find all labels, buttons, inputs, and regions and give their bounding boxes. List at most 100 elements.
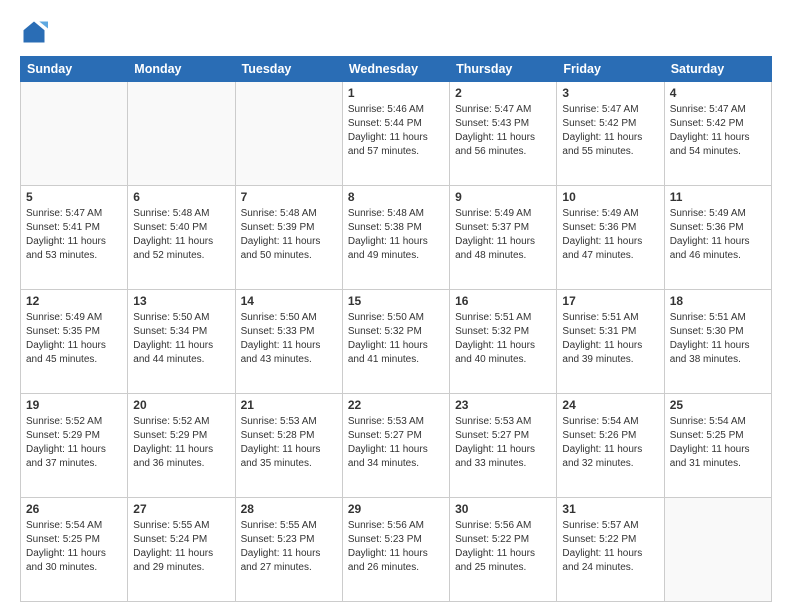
day-info: Sunrise: 5:56 AM Sunset: 5:22 PM Dayligh… xyxy=(455,519,551,575)
calendar-cell: 23 Sunrise: 5:53 AM Sunset: 5:27 PM Dayli… xyxy=(450,394,557,498)
weekday-header-saturday: Saturday xyxy=(664,57,771,82)
week-row-4: 26 Sunrise: 5:54 AM Sunset: 5:25 PM Dayli… xyxy=(21,498,772,602)
calendar-cell: 1Sunrise: 5:46 AM Sunset: 5:44 PM Daylig… xyxy=(342,82,449,186)
day-number: 21 xyxy=(241,398,337,412)
day-info: Sunrise: 5:54 AM Sunset: 5:26 PM Dayligh… xyxy=(562,415,658,471)
day-info: Sunrise: 5:47 AM Sunset: 5:41 PM Dayligh… xyxy=(26,207,122,263)
day-number: 18 xyxy=(670,294,766,308)
calendar-cell: 22Sunrise: 5:53 AM Sunset: 5:27 PM Dayli… xyxy=(342,394,449,498)
day-info: Sunrise: 5:55 AM Sunset: 5:24 PM Dayligh… xyxy=(133,519,229,575)
calendar-cell: 4 Sunrise: 5:47 AM Sunset: 5:42 PM Daylig… xyxy=(664,82,771,186)
calendar-cell: 2 Sunrise: 5:47 AM Sunset: 5:43 PM Daylig… xyxy=(450,82,557,186)
day-number: 30 xyxy=(455,502,551,516)
day-number: 3 xyxy=(562,86,658,100)
calendar-cell: 10 Sunrise: 5:49 AM Sunset: 5:36 PM Dayli… xyxy=(557,186,664,290)
logo xyxy=(20,18,52,46)
day-info: Sunrise: 5:52 AM Sunset: 5:29 PM Dayligh… xyxy=(133,415,229,471)
calendar-cell: 24 Sunrise: 5:54 AM Sunset: 5:26 PM Dayli… xyxy=(557,394,664,498)
day-info: Sunrise: 5:53 AM Sunset: 5:27 PM Dayligh… xyxy=(348,415,444,471)
calendar-table: SundayMondayTuesdayWednesdayThursdayFrid… xyxy=(20,56,772,602)
calendar-cell: 31 Sunrise: 5:57 AM Sunset: 5:22 PM Dayli… xyxy=(557,498,664,602)
calendar-cell: 20 Sunrise: 5:52 AM Sunset: 5:29 PM Dayli… xyxy=(128,394,235,498)
day-number: 4 xyxy=(670,86,766,100)
weekday-header-monday: Monday xyxy=(128,57,235,82)
day-info: Sunrise: 5:47 AM Sunset: 5:42 PM Dayligh… xyxy=(670,103,766,159)
day-info: Sunrise: 5:54 AM Sunset: 5:25 PM Dayligh… xyxy=(26,519,122,575)
day-info: Sunrise: 5:48 AM Sunset: 5:40 PM Dayligh… xyxy=(133,207,229,263)
day-number: 31 xyxy=(562,502,658,516)
day-number: 15 xyxy=(348,294,444,308)
day-number: 24 xyxy=(562,398,658,412)
day-info: Sunrise: 5:47 AM Sunset: 5:42 PM Dayligh… xyxy=(562,103,658,159)
day-info: Sunrise: 5:47 AM Sunset: 5:43 PM Dayligh… xyxy=(455,103,551,159)
day-info: Sunrise: 5:49 AM Sunset: 5:36 PM Dayligh… xyxy=(562,207,658,263)
day-number: 11 xyxy=(670,190,766,204)
day-number: 5 xyxy=(26,190,122,204)
day-number: 8 xyxy=(348,190,444,204)
weekday-header-thursday: Thursday xyxy=(450,57,557,82)
calendar-cell: 9Sunrise: 5:49 AM Sunset: 5:37 PM Daylig… xyxy=(450,186,557,290)
day-info: Sunrise: 5:57 AM Sunset: 5:22 PM Dayligh… xyxy=(562,519,658,575)
calendar-cell: 18 Sunrise: 5:51 AM Sunset: 5:30 PM Dayli… xyxy=(664,290,771,394)
calendar-cell: 21 Sunrise: 5:53 AM Sunset: 5:28 PM Dayli… xyxy=(235,394,342,498)
day-number: 6 xyxy=(133,190,229,204)
day-info: Sunrise: 5:52 AM Sunset: 5:29 PM Dayligh… xyxy=(26,415,122,471)
calendar-cell: 17 Sunrise: 5:51 AM Sunset: 5:31 PM Dayli… xyxy=(557,290,664,394)
day-number: 20 xyxy=(133,398,229,412)
day-info: Sunrise: 5:48 AM Sunset: 5:38 PM Dayligh… xyxy=(348,207,444,263)
header xyxy=(20,18,772,46)
day-number: 28 xyxy=(241,502,337,516)
day-number: 10 xyxy=(562,190,658,204)
calendar-cell: 19Sunrise: 5:52 AM Sunset: 5:29 PM Dayli… xyxy=(21,394,128,498)
day-info: Sunrise: 5:53 AM Sunset: 5:28 PM Dayligh… xyxy=(241,415,337,471)
day-number: 2 xyxy=(455,86,551,100)
day-info: Sunrise: 5:50 AM Sunset: 5:33 PM Dayligh… xyxy=(241,311,337,367)
week-row-1: 5 Sunrise: 5:47 AM Sunset: 5:41 PM Daylig… xyxy=(21,186,772,290)
calendar-cell: 26 Sunrise: 5:54 AM Sunset: 5:25 PM Dayli… xyxy=(21,498,128,602)
calendar-cell: 25 Sunrise: 5:54 AM Sunset: 5:25 PM Dayli… xyxy=(664,394,771,498)
day-number: 29 xyxy=(348,502,444,516)
day-number: 25 xyxy=(670,398,766,412)
logo-icon xyxy=(20,18,48,46)
day-number: 16 xyxy=(455,294,551,308)
calendar-cell xyxy=(128,82,235,186)
calendar-cell: 6 Sunrise: 5:48 AM Sunset: 5:40 PM Daylig… xyxy=(128,186,235,290)
calendar-cell: 30 Sunrise: 5:56 AM Sunset: 5:22 PM Dayli… xyxy=(450,498,557,602)
day-info: Sunrise: 5:55 AM Sunset: 5:23 PM Dayligh… xyxy=(241,519,337,575)
weekday-header-sunday: Sunday xyxy=(21,57,128,82)
week-row-0: 1Sunrise: 5:46 AM Sunset: 5:44 PM Daylig… xyxy=(21,82,772,186)
day-info: Sunrise: 5:49 AM Sunset: 5:37 PM Dayligh… xyxy=(455,207,551,263)
day-number: 27 xyxy=(133,502,229,516)
calendar-cell: 13Sunrise: 5:50 AM Sunset: 5:34 PM Dayli… xyxy=(128,290,235,394)
day-number: 12 xyxy=(26,294,122,308)
day-info: Sunrise: 5:50 AM Sunset: 5:32 PM Dayligh… xyxy=(348,311,444,367)
calendar-cell xyxy=(235,82,342,186)
calendar-cell: 5 Sunrise: 5:47 AM Sunset: 5:41 PM Daylig… xyxy=(21,186,128,290)
day-number: 7 xyxy=(241,190,337,204)
week-row-2: 12 Sunrise: 5:49 AM Sunset: 5:35 PM Dayli… xyxy=(21,290,772,394)
calendar-cell: 28 Sunrise: 5:55 AM Sunset: 5:23 PM Dayli… xyxy=(235,498,342,602)
day-info: Sunrise: 5:50 AM Sunset: 5:34 PM Dayligh… xyxy=(133,311,229,367)
page: SundayMondayTuesdayWednesdayThursdayFrid… xyxy=(0,0,792,612)
calendar-cell: 8 Sunrise: 5:48 AM Sunset: 5:38 PM Daylig… xyxy=(342,186,449,290)
weekday-header-row: SundayMondayTuesdayWednesdayThursdayFrid… xyxy=(21,57,772,82)
day-number: 26 xyxy=(26,502,122,516)
day-info: Sunrise: 5:51 AM Sunset: 5:31 PM Dayligh… xyxy=(562,311,658,367)
calendar-cell xyxy=(21,82,128,186)
day-number: 23 xyxy=(455,398,551,412)
day-info: Sunrise: 5:49 AM Sunset: 5:35 PM Dayligh… xyxy=(26,311,122,367)
weekday-header-wednesday: Wednesday xyxy=(342,57,449,82)
calendar-cell: 7Sunrise: 5:48 AM Sunset: 5:39 PM Daylig… xyxy=(235,186,342,290)
day-info: Sunrise: 5:51 AM Sunset: 5:30 PM Dayligh… xyxy=(670,311,766,367)
calendar-cell: 3 Sunrise: 5:47 AM Sunset: 5:42 PM Daylig… xyxy=(557,82,664,186)
day-info: Sunrise: 5:53 AM Sunset: 5:27 PM Dayligh… xyxy=(455,415,551,471)
day-number: 17 xyxy=(562,294,658,308)
calendar-cell: 27 Sunrise: 5:55 AM Sunset: 5:24 PM Dayli… xyxy=(128,498,235,602)
day-number: 14 xyxy=(241,294,337,308)
weekday-header-friday: Friday xyxy=(557,57,664,82)
weekday-header-tuesday: Tuesday xyxy=(235,57,342,82)
day-info: Sunrise: 5:46 AM Sunset: 5:44 PM Dayligh… xyxy=(348,103,444,159)
day-info: Sunrise: 5:54 AM Sunset: 5:25 PM Dayligh… xyxy=(670,415,766,471)
calendar-cell: 11Sunrise: 5:49 AM Sunset: 5:36 PM Dayli… xyxy=(664,186,771,290)
day-info: Sunrise: 5:56 AM Sunset: 5:23 PM Dayligh… xyxy=(348,519,444,575)
